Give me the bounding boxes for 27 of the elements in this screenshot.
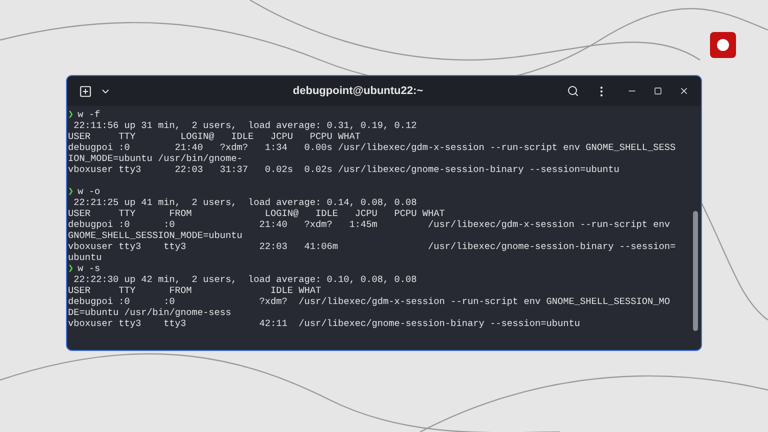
window-title: debugpoint@ubuntu22:~: [292, 84, 424, 99]
output-line: vboxuser tty3 tty3 42:11 /usr/libexec/gnome-session-binary --session=ubuntu: [68, 318, 580, 329]
output-line: USER TTY FROM IDLE WHAT: [68, 285, 322, 296]
output-line: vboxuser tty3 22:03 31:37 0.02s 0.02s /usr/libexec/gnome-session-binary --session=ubuntu: [68, 164, 620, 175]
output-line: GNOME_SHELL_SESSION_MODE=ubuntu: [68, 230, 242, 241]
output-line: debugpoi :0 :0 ?xdm? /usr/libexec/gdm-x-session --run-script env GNOME_SHELL_SESSION_MO: [68, 296, 670, 307]
prompt-symbol: ❯: [68, 109, 74, 120]
command-text: w -s: [76, 263, 100, 274]
output-line: vboxuser tty3 tty3 22:03 41:06m /usr/libexec/gnome-session-binary --session=: [68, 241, 676, 252]
command-text: w -f: [76, 109, 100, 120]
command-text: w -o: [76, 186, 100, 197]
new-tab-icon[interactable]: [77, 83, 93, 99]
output-line: 22:21:25 up 41 min, 2 users, load average: 0.14, 0.08, 0.08: [72, 197, 417, 208]
search-icon[interactable]: [565, 83, 581, 99]
output-line: DE=ubuntu /usr/bin/gnome-sess: [68, 307, 232, 318]
output-line: debugpoi :0 21:40 ?xdm? 1:34 0.00s /usr/libexec/gdm-x-session --run-script env GNOME_SHELL_SESS: [68, 142, 676, 153]
prompt-symbol: ❯: [68, 263, 74, 274]
output-line: 22:11:56 up 31 min, 2 users, load average: 0.31, 0.19, 0.12: [72, 120, 417, 131]
prompt-symbol: ❯: [68, 186, 74, 197]
output-line: USER TTY LOGIN@ IDLE JCPU PCPU WHAT: [68, 131, 361, 142]
output-line: debugpoi :0 :0 21:40 ?xdm? 1:45m /usr/libexec/gdm-x-session --run-script env: [68, 219, 670, 230]
scrollbar[interactable]: [693, 211, 698, 331]
output-line: ION_MODE=ubuntu /usr/bin/gnome-: [68, 153, 242, 164]
output-line: 22:22:30 up 42 min, 2 users, load average: 0.10, 0.08, 0.08: [72, 274, 417, 285]
output-line: ubuntu: [68, 252, 102, 263]
output-line: USER TTY FROM LOGIN@ IDLE JCPU PCPU WHAT: [68, 208, 445, 219]
record-icon: [710, 32, 736, 58]
